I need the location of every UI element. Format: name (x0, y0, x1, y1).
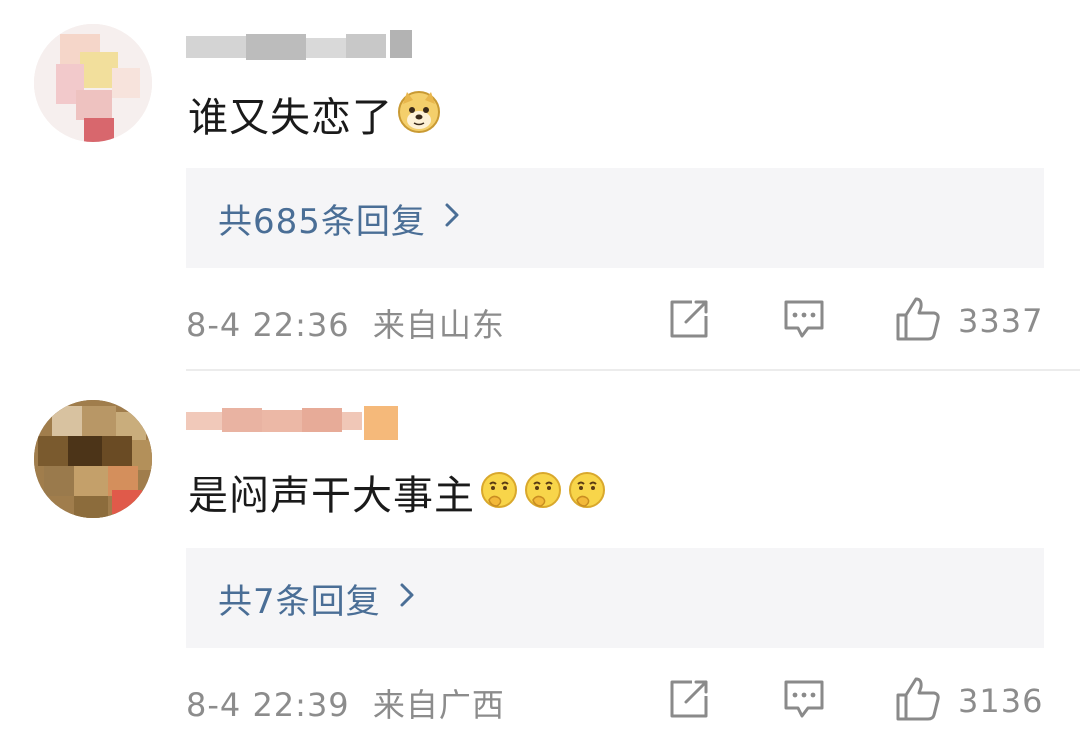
view-replies-link[interactable]: 共7条回复 (218, 574, 415, 623)
replies-box: 共685条回复 (186, 168, 1044, 268)
username[interactable] (186, 404, 416, 440)
comment-actions: 3136 (666, 676, 1046, 726)
timestamp: 8-4 22:36 (186, 306, 350, 344)
location: 来自广西 (372, 686, 505, 724)
thinking-emoji-icon (567, 470, 607, 521)
chevron-right-icon (399, 578, 415, 618)
comment-button[interactable] (780, 676, 828, 726)
thumbs-up-icon (894, 675, 942, 727)
like-count: 3337 (958, 302, 1044, 340)
timestamp: 8-4 22:39 (186, 686, 350, 724)
comment-text: 谁又失恋了 (188, 90, 441, 145)
view-replies-link[interactable]: 共685条回复 (218, 194, 460, 243)
share-button[interactable] (666, 676, 712, 726)
like-count: 3136 (958, 682, 1044, 720)
comment-icon (780, 296, 828, 346)
avatar[interactable] (34, 24, 152, 142)
comment-actions: 3337 (666, 296, 1046, 346)
share-button[interactable] (666, 296, 712, 346)
comment-meta: 8-4 22:39 来自广西 (186, 680, 505, 726)
username[interactable] (186, 30, 416, 62)
comment-text: 是闷声干大事主 (188, 470, 607, 521)
like-button[interactable]: 3136 (894, 676, 1043, 726)
thinking-emoji-icon (523, 470, 563, 521)
doge-emoji-icon (397, 90, 441, 145)
thumbs-up-icon (894, 295, 942, 347)
share-icon (666, 296, 712, 346)
chevron-right-icon (444, 198, 460, 238)
avatar[interactable] (34, 400, 152, 518)
comment-meta: 8-4 22:36 来自山东 (186, 300, 505, 346)
divider (186, 369, 1080, 371)
comment-item: 谁又失恋了 共685条回复 8-4 22:36 来自山东 3337 (0, 0, 1080, 370)
comment-icon (780, 676, 828, 726)
thinking-emoji-icon (479, 470, 519, 521)
location: 来自山东 (372, 306, 505, 344)
comment-button[interactable] (780, 296, 828, 346)
like-button[interactable]: 3337 (894, 296, 1043, 346)
share-icon (666, 676, 712, 726)
replies-box: 共7条回复 (186, 548, 1044, 648)
comment-item: 是闷声干大事主 共7条回复 8-4 22:39 来自广西 3136 (0, 372, 1080, 741)
